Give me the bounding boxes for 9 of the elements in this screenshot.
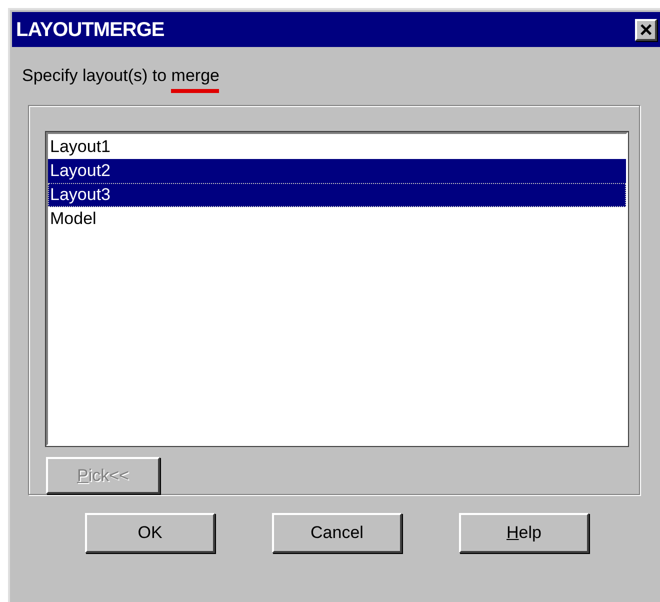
layout-list[interactable]: Layout1 Layout2 Layout3 Model (46, 132, 628, 446)
window-title: LAYOUTMERGE (16, 18, 164, 42)
close-button[interactable]: × (635, 18, 657, 40)
list-item[interactable]: Layout2 (48, 159, 626, 183)
dialog-button[interactable]: Cancel (272, 513, 402, 553)
prompt-text: Specify layout(s) to merge (22, 66, 220, 93)
dialog-button[interactable]: OK (85, 513, 215, 553)
dialog-button[interactable]: Help (459, 513, 589, 553)
list-item[interactable]: Layout3 (48, 183, 626, 207)
